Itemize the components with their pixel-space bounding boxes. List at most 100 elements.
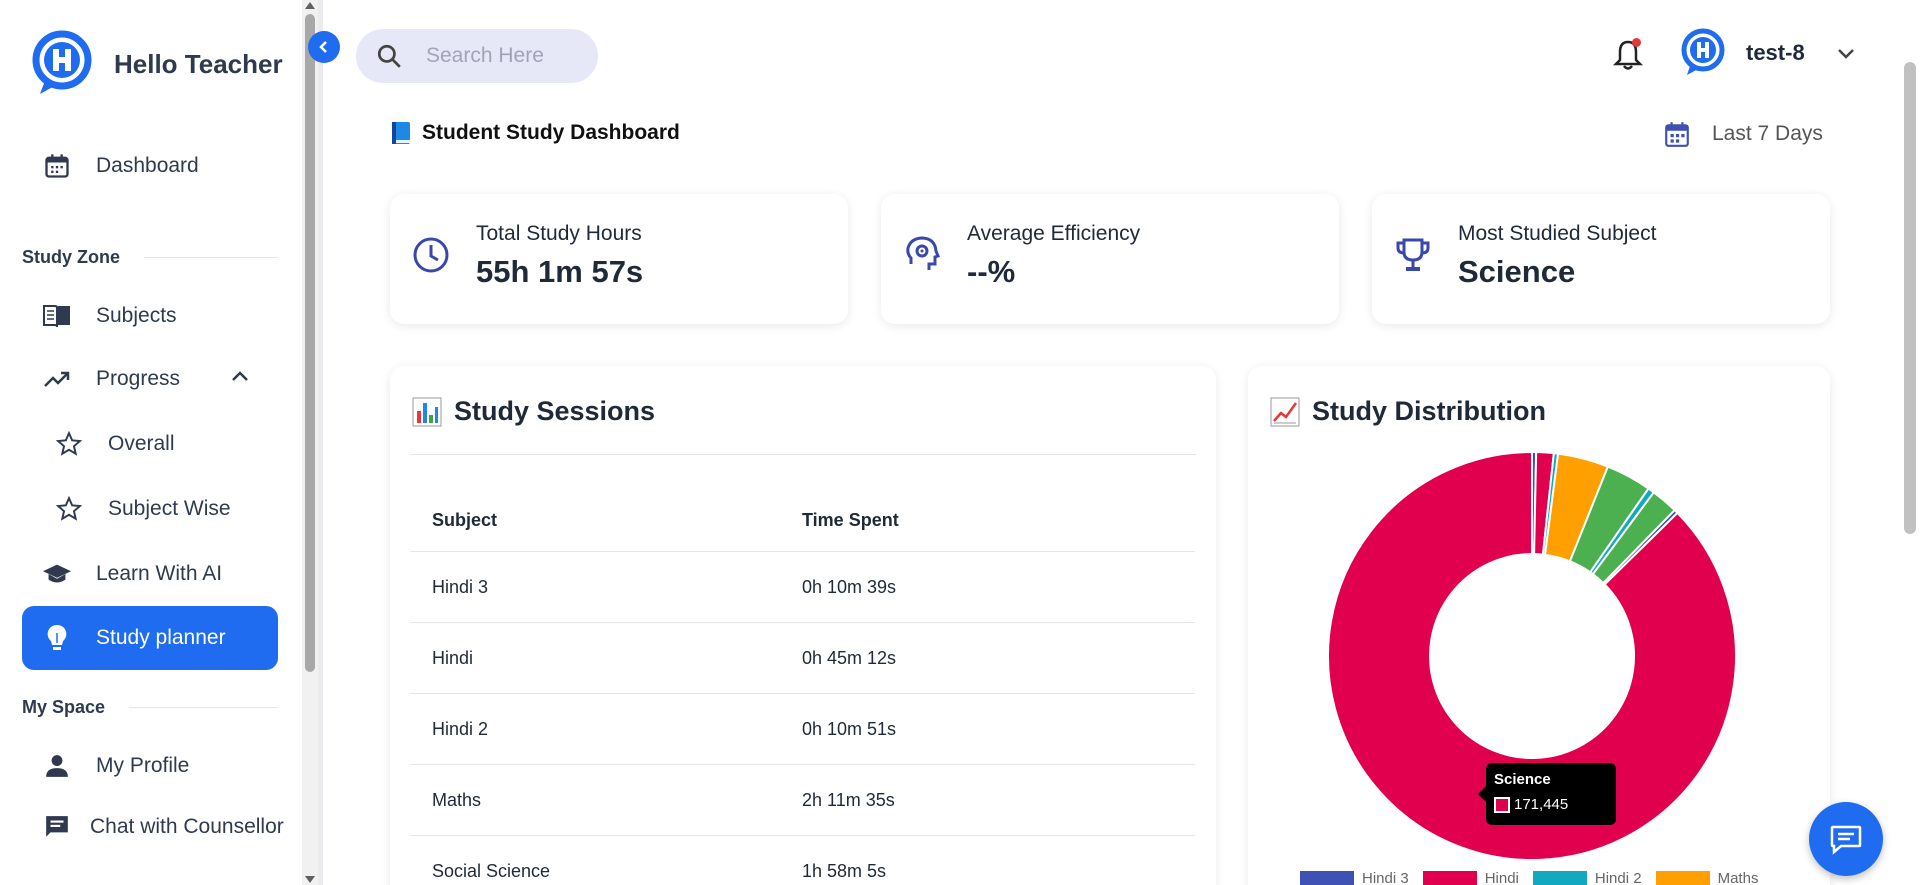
search-input[interactable] [426, 44, 586, 68]
sidebar-item-progress[interactable]: Progress [22, 349, 278, 409]
tooltip-value: 171,445 [1514, 796, 1569, 813]
graduation-cap-icon [42, 559, 72, 589]
column-header-subject: Subject [432, 510, 498, 530]
stat-title: Most Studied Subject [1458, 222, 1657, 245]
page-title: Student Study Dashboard [390, 120, 680, 146]
search-bar[interactable] [356, 29, 598, 83]
sidebar-item-study-planner[interactable]: Study planner [22, 606, 278, 670]
sidebar-item-label: Chat with Counsellor [90, 815, 284, 838]
username: test-8 [1746, 40, 1805, 65]
sidebar-item-label: Subjects [96, 304, 177, 327]
divider [410, 454, 1196, 455]
page-title-text: Student Study Dashboard [422, 121, 680, 144]
brain-gear-icon [906, 236, 940, 270]
chevron-up-icon[interactable] [230, 369, 250, 388]
section-my-space: My Space [22, 697, 278, 718]
notifications-button[interactable] [1612, 38, 1644, 72]
clock-icon [413, 237, 449, 273]
legend-swatch [1422, 870, 1477, 885]
table-row: Hindi 2 0h 10m 51s [410, 694, 1195, 765]
divider [129, 707, 278, 708]
section-label: My Space [22, 697, 106, 717]
scrollbar-thumb[interactable] [1904, 62, 1916, 534]
sidebar-item-learn-ai[interactable]: Learn With AI [22, 544, 278, 604]
user-menu[interactable]: test-8 [1678, 28, 1857, 78]
cell-time: 2h 11m 35s [802, 789, 895, 810]
legend-label: Hindi 3 [1362, 870, 1409, 885]
legend-item[interactable]: Maths [1655, 870, 1759, 885]
book-icon [392, 122, 410, 144]
cell-subject: Hindi [432, 647, 474, 668]
sidebar-item-subject-wise[interactable]: Subject Wise [22, 479, 278, 539]
panel-title-text: Study Distribution [1312, 396, 1546, 426]
sidebar-item-overall[interactable]: Overall [22, 414, 278, 474]
stat-value: 55h 1m 57s [476, 254, 644, 289]
date-range-label: Last 7 Days [1712, 122, 1823, 145]
cell-time: 0h 10m 39s [802, 576, 897, 597]
panel-title-text: Study Sessions [454, 396, 656, 426]
sidebar-item-dashboard[interactable]: Dashboard [22, 136, 278, 196]
chevron-down-icon[interactable] [1835, 42, 1857, 64]
sidebar-item-subjects[interactable]: Subjects [22, 286, 278, 346]
chat-icon [42, 812, 72, 842]
legend-label: Hindi 2 [1594, 870, 1642, 885]
page-scrollbar[interactable] [1900, 0, 1920, 885]
table-row: Hindi 3 0h 10m 39s [410, 552, 1195, 623]
sessions-table: Subject Time Spent Hindi 3 0h 10m 39s Hi… [410, 490, 1195, 885]
book-open-icon [42, 301, 72, 331]
sidebar-item-my-profile[interactable]: My Profile [22, 736, 278, 796]
date-range-selector[interactable]: Last 7 Days [1664, 120, 1823, 148]
trending-up-icon [42, 364, 72, 394]
calendar-icon [1665, 122, 1689, 147]
stat-title: Total Study Hours [476, 222, 642, 245]
sidebar-item-label: Learn With AI [96, 562, 223, 585]
table-header: Subject Time Spent [410, 490, 1195, 552]
chevron-left-icon [319, 41, 327, 53]
stat-card-total-hours: Total Study Hours 55h 1m 57s [390, 194, 848, 324]
table-row: Social Science 1h 58m 5s [410, 836, 1195, 885]
line-chart-icon [1270, 397, 1300, 426]
notification-dot [1632, 38, 1641, 47]
scroll-down-arrow-icon[interactable] [305, 876, 315, 883]
avatar [1681, 28, 1725, 75]
bar-chart-icon [412, 397, 442, 426]
lightbulb-icon [42, 623, 72, 653]
app-logo[interactable]: Hello Teacher [28, 30, 283, 98]
legend-item[interactable]: Hindi [1422, 870, 1519, 885]
person-icon [42, 751, 72, 781]
tooltip-caret [1478, 786, 1486, 802]
stat-card-most-studied: Most Studied Subject Science [1372, 194, 1830, 324]
scrollbar-thumb[interactable] [305, 14, 315, 672]
cell-subject: Hindi 3 [432, 576, 489, 597]
cell-time: 1h 58m 5s [802, 860, 887, 881]
panel-title: Study Sessions [412, 396, 655, 427]
legend-item[interactable]: Hindi 3 [1300, 870, 1409, 885]
sidebar-item-label: Progress [96, 367, 181, 390]
sidebar-edge [318, 0, 323, 885]
scroll-up-arrow-icon[interactable] [305, 2, 315, 9]
legend-label: Maths [1717, 870, 1759, 885]
star-icon [54, 429, 84, 459]
cell-subject: Hindi 2 [432, 718, 489, 739]
cell-time: 0h 10m 51s [802, 718, 897, 739]
legend-label: Hindi [1484, 870, 1519, 885]
sidebar-item-chat-counsellor[interactable]: Chat with Counsellor [22, 797, 302, 857]
search-icon [377, 44, 401, 68]
panel-title: Study Distribution [1270, 396, 1546, 427]
sidebar-item-label: Overall [108, 432, 175, 455]
sidebar-scrollbar[interactable] [302, 0, 318, 885]
section-study-zone: Study Zone [22, 247, 278, 268]
logo-icon [32, 30, 92, 94]
chat-fab-button[interactable] [1809, 802, 1883, 876]
table-row: Hindi 0h 45m 12s [410, 623, 1195, 694]
collapse-sidebar-button[interactable] [308, 31, 340, 63]
table-row: Maths 2h 11m 35s [410, 765, 1195, 836]
app-name: Hello Teacher [114, 48, 283, 79]
sidebar: Hello Teacher Dashboard Study Zone Subje… [0, 0, 302, 885]
message-icon [1830, 825, 1862, 855]
legend-swatch [1655, 870, 1710, 885]
legend-item[interactable]: Hindi 2 [1532, 870, 1642, 885]
cell-time: 0h 45m 12s [802, 647, 897, 668]
section-label: Study Zone [22, 247, 120, 267]
study-sessions-panel: Study Sessions Subject Time Spent Hindi … [390, 366, 1216, 885]
